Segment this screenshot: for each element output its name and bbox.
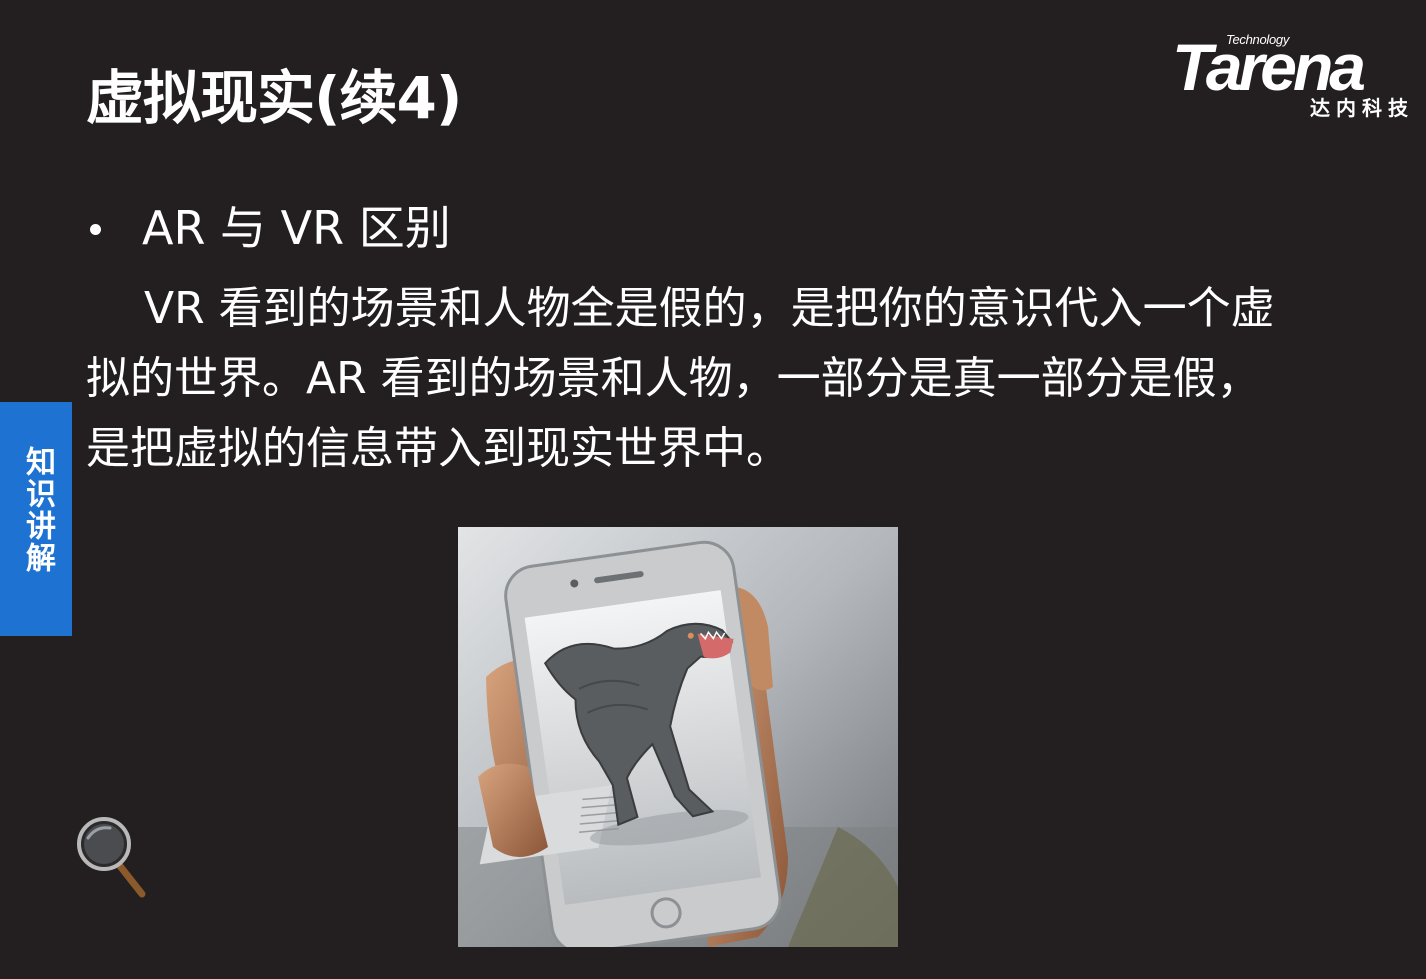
ar-phone-dinosaur-photo [458,527,898,947]
side-tab[interactable]: 知识讲解 [0,402,72,636]
side-tab-label: 知识讲解 [20,446,55,574]
paragraph-line: VR 看到的场景和人物全是假的，是把你的意识代入一个虚 [144,283,1275,334]
magnifier-icon[interactable] [76,816,150,900]
slide-title: 虚拟现实(续4) [86,64,462,132]
paragraph-line: 是把虚拟的信息带入到现实世界中。 [86,423,790,474]
body-paragraph: VR 看到的场景和人物全是假的，是把你的意识代入一个虚 拟的世界。AR 看到的场… [86,274,1275,484]
bullet-text: AR 与 VR 区别 [142,201,451,255]
logo-chinese-name: 达内科技 [1310,96,1414,120]
tarena-logo: Tarena Technology 达内科技 [1168,30,1418,120]
bullet-icon [90,224,101,235]
slide: 虚拟现实(续4) Tarena Technology 达内科技 AR 与 VR … [0,0,1426,979]
paragraph-line: 拟的世界。AR 看到的场景和人物，一部分是真一部分是假， [86,353,1261,404]
logo-tagline: Technology [1226,32,1290,47]
